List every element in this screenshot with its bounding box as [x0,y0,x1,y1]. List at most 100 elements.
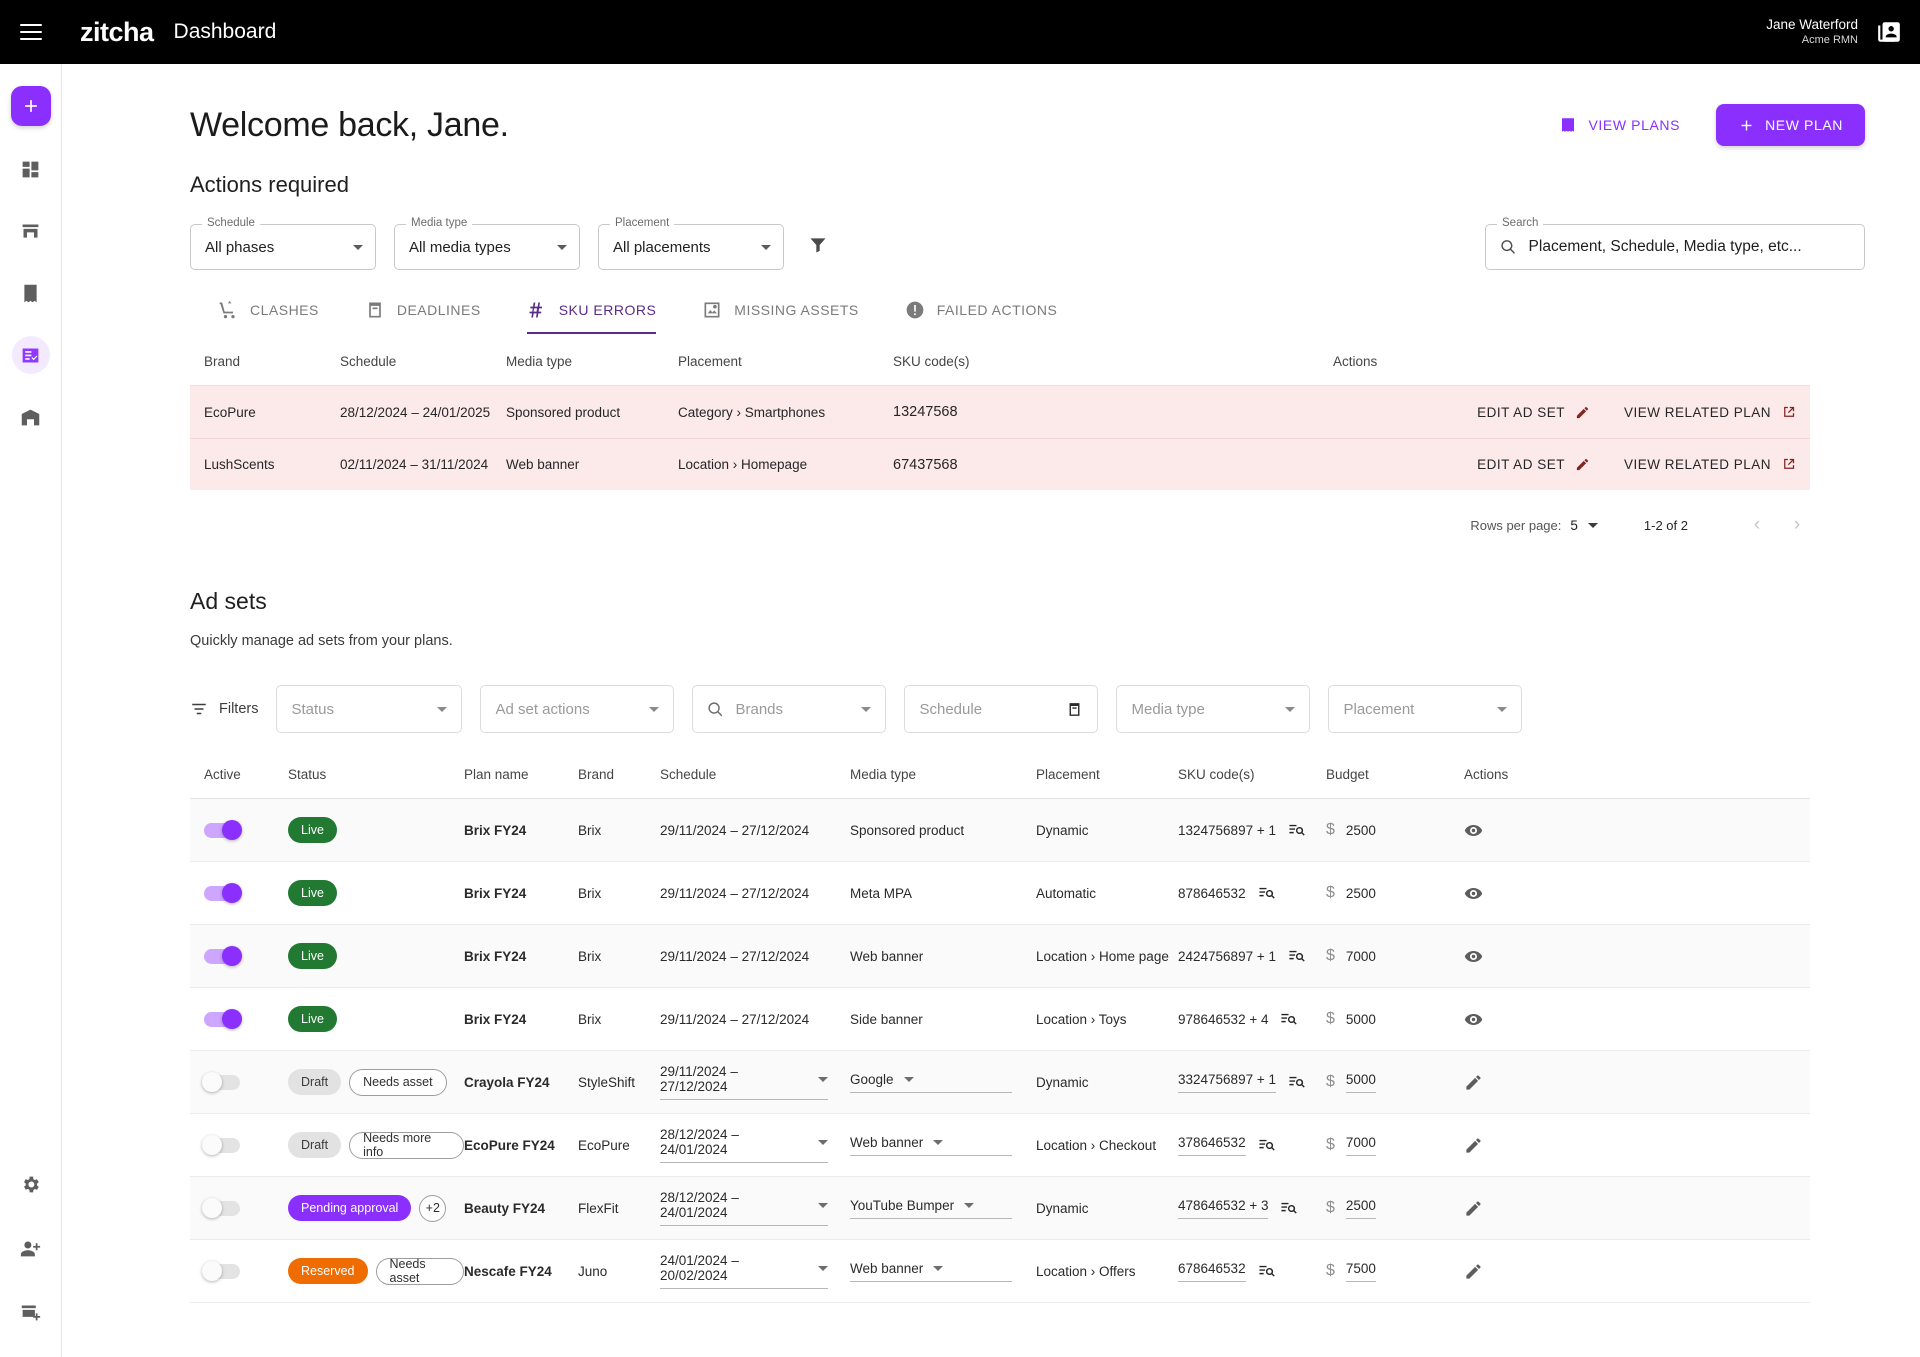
tab-failed-actions[interactable]: FAILED ACTIONS [905,300,1080,334]
table-row[interactable]: Draft Needs asset Crayola FY24 StyleShift… [190,1051,1810,1114]
table-row[interactable]: Live Brix FY24 Brix 29/11/2024 – 27/12/2… [190,925,1810,988]
table-row[interactable]: Pending approval +2 Beauty FY24 FlexFit 2… [190,1177,1810,1240]
sidebar-item-settings[interactable] [12,1165,50,1203]
table-row[interactable]: Live Brix FY24 Brix 29/11/2024 – 27/12/2… [190,862,1810,925]
cell-media-type[interactable]: Web banner [850,1261,1036,1282]
status-extra-chip[interactable]: Needs more info [349,1131,464,1159]
cell-media-type[interactable]: Web banner [850,1135,1036,1156]
edit-ad-set-link[interactable]: EDIT AD SET [1477,405,1590,420]
view-plans-button[interactable]: VIEW PLANS [1559,116,1680,134]
media-type-select[interactable]: Web banner [850,1261,1012,1282]
search-input[interactable] [1528,238,1852,256]
cell-media-type[interactable]: YouTube Bumper [850,1198,1036,1219]
media-type-select[interactable]: Google [850,1072,1012,1093]
calendar-icon[interactable] [1066,701,1083,718]
table-row[interactable]: Draft Needs more info EcoPure FY24 EcoPur… [190,1114,1810,1177]
pencil-icon[interactable] [1464,1136,1483,1155]
active-toggle[interactable] [204,1008,242,1029]
sku-lookup-icon[interactable] [1258,1263,1275,1280]
sku-lookup-icon[interactable] [1258,1137,1275,1154]
media-type-select[interactable]: YouTube Bumper [850,1198,1012,1219]
placement-filter[interactable]: Placement All placements [598,217,784,270]
sku-value[interactable]: 378646532 [1178,1135,1246,1156]
sku-value[interactable]: 3324756897 + 1 [1178,1072,1276,1093]
eye-icon[interactable] [1464,821,1483,840]
status-extra-chip[interactable]: +2 [419,1194,447,1222]
view-related-plan-link[interactable]: VIEW RELATED PLAN [1624,405,1796,420]
cell-schedule[interactable]: 28/12/2024 – 24/01/2024 [660,1127,850,1163]
active-toggle[interactable] [204,882,242,903]
cell-schedule[interactable]: 28/12/2024 – 24/01/2024 [660,1190,850,1226]
cell-actions[interactable] [1458,1262,1796,1281]
status-extra-chip[interactable]: Needs asset [375,1257,464,1285]
search-field[interactable]: Search [1485,217,1865,270]
sidebar-item-dashboard[interactable] [12,150,50,188]
active-toggle[interactable] [204,945,242,966]
media-type-filter[interactable]: Media type [1116,685,1311,733]
table-row[interactable]: Live Brix FY24 Brix 29/11/2024 – 27/12/2… [190,988,1810,1051]
active-toggle[interactable] [204,819,242,840]
next-page-button[interactable]: › [1784,512,1810,538]
sidebar-item-add-store[interactable] [12,1293,50,1331]
status-filter[interactable]: Status [276,685,463,733]
cell-schedule[interactable]: 24/01/2024 – 20/02/2024 [660,1253,850,1289]
sku-lookup-icon[interactable] [1280,1011,1298,1028]
sidebar-item-retailers[interactable] [12,212,50,250]
schedule-select[interactable]: 24/01/2024 – 20/02/2024 [660,1253,828,1289]
adset-actions-filter[interactable]: Ad set actions [480,685,675,733]
cell-actions[interactable] [1458,1199,1796,1218]
active-toggle[interactable] [202,1134,240,1155]
pencil-icon[interactable] [1464,1262,1483,1281]
budget-value[interactable]: 7000 [1345,1135,1376,1156]
prev-page-button[interactable]: ‹ [1744,512,1770,538]
user-menu[interactable]: Jane Waterford Acme RMN [1766,17,1920,48]
filter-funnel-button[interactable] [808,235,828,260]
eye-icon[interactable] [1464,947,1483,966]
tab-clashes[interactable]: CLASHES [218,300,341,334]
sku-value[interactable]: 478646532 + 3 [1178,1198,1269,1219]
schedule-select[interactable]: 28/12/2024 – 24/01/2024 [660,1190,828,1226]
eye-icon[interactable] [1464,884,1483,903]
schedule-filter[interactable]: Schedule [904,685,1099,733]
table-row[interactable]: EcoPure 28/12/2024 – 24/01/2025 Sponsore… [190,386,1810,438]
contact-card-icon[interactable] [1876,19,1902,45]
media-type-filter[interactable]: Media type All media types [394,217,580,270]
budget-value[interactable]: 2500 [1345,1198,1376,1219]
sku-lookup-icon[interactable] [1280,1200,1298,1217]
sku-lookup-icon[interactable] [1288,1074,1305,1091]
table-row[interactable]: Live Brix FY24 Brix 29/11/2024 – 27/12/2… [190,799,1810,862]
status-extra-chip[interactable]: Needs asset [349,1068,447,1096]
pencil-icon[interactable] [1464,1073,1483,1092]
schedule-select[interactable]: 29/11/2024 – 27/12/2024 [660,1064,828,1100]
edit-ad-set-link[interactable]: EDIT AD SET [1477,457,1590,472]
budget-value[interactable]: 5000 [1345,1072,1376,1093]
sku-value[interactable]: 678646532 [1178,1261,1246,1282]
schedule-select[interactable]: 28/12/2024 – 24/01/2024 [660,1127,828,1163]
tab-sku-errors[interactable]: SKU ERRORS [526,300,679,334]
active-toggle[interactable] [202,1260,240,1281]
cell-media-type[interactable]: Google [850,1072,1036,1093]
active-toggle[interactable] [202,1071,240,1092]
sidebar-item-inventory[interactable] [12,398,50,436]
budget-value[interactable]: 7500 [1345,1261,1376,1282]
table-row[interactable]: LushScents 02/11/2024 – 31/11/2024 Web b… [190,438,1810,490]
sidebar-item-add-user[interactable] [12,1229,50,1267]
cell-actions[interactable] [1458,1073,1796,1092]
pencil-icon[interactable] [1464,1199,1483,1218]
sku-lookup-icon[interactable] [1258,885,1275,902]
sidebar-item-adsets[interactable] [11,336,50,374]
sku-lookup-icon[interactable] [1288,822,1305,839]
cell-actions[interactable] [1458,884,1796,903]
sku-lookup-icon[interactable] [1288,948,1305,965]
active-toggle[interactable] [202,1197,240,1218]
sidebar-item-plans[interactable] [12,274,50,312]
media-type-select[interactable]: Web banner [850,1135,1012,1156]
rows-per-page-selector[interactable]: Rows per page: 5 [1470,518,1598,533]
tab-missing-assets[interactable]: MISSING ASSETS [702,300,880,334]
add-button[interactable] [10,86,51,126]
new-plan-button[interactable]: NEW PLAN [1716,104,1865,146]
table-row[interactable]: Reserved Needs asset Nescafe FY24 Juno 24… [190,1240,1810,1303]
cell-schedule[interactable]: 29/11/2024 – 27/12/2024 [660,1064,850,1100]
schedule-phase-filter[interactable]: Schedule All phases [190,217,376,270]
cell-actions[interactable] [1458,1136,1796,1155]
